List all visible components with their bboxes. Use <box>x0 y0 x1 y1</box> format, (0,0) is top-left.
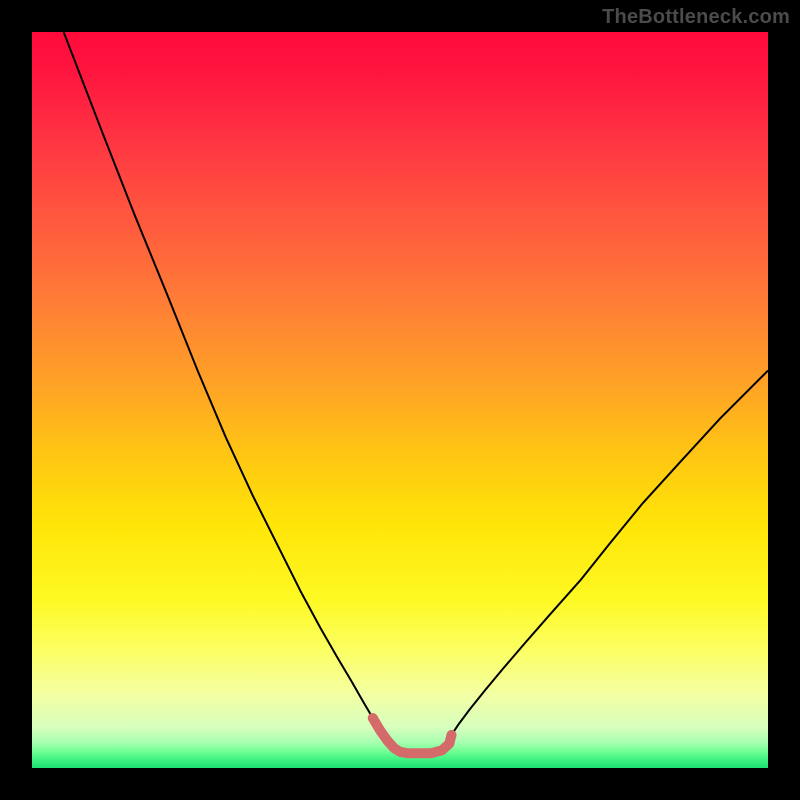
chart-svg <box>32 32 768 768</box>
plot-area <box>32 32 768 768</box>
chart-frame: TheBottleneck.com <box>0 0 800 800</box>
watermark-text: TheBottleneck.com <box>602 6 790 29</box>
gradient-background <box>32 32 768 768</box>
